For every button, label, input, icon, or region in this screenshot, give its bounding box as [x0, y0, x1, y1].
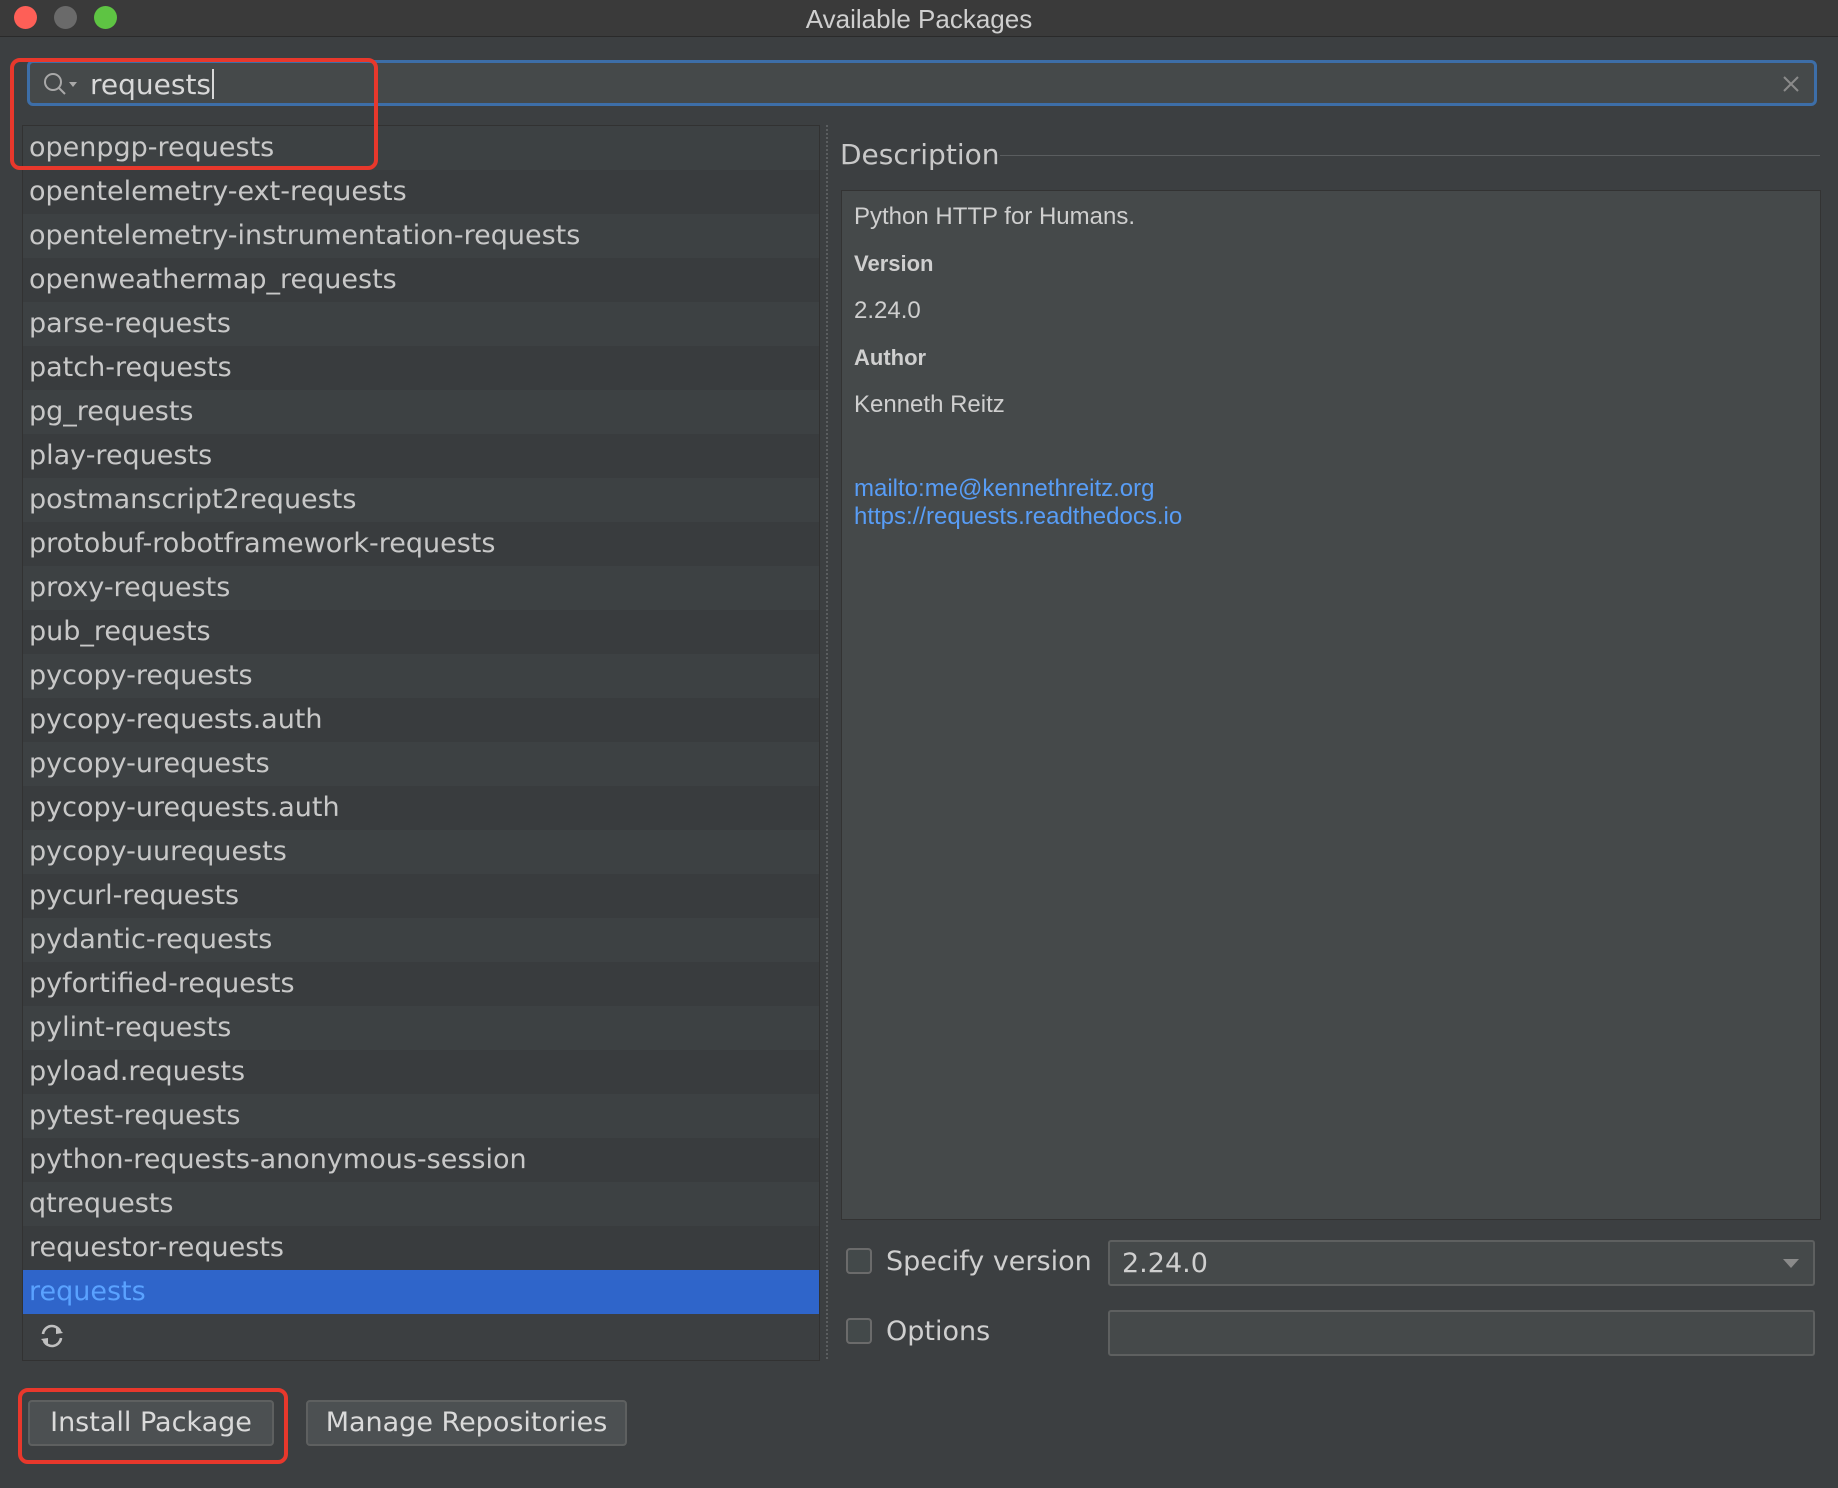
text-cursor — [212, 69, 215, 99]
package-list-item[interactable]: protobuf-robotframework-requests — [23, 522, 819, 566]
package-list-item[interactable]: pylint-requests — [23, 1006, 819, 1050]
author-email-link[interactable]: mailto:me@kennethreitz.org — [854, 475, 1155, 503]
refresh-icon[interactable] — [37, 1321, 67, 1351]
package-list-item[interactable]: requests — [23, 1270, 819, 1314]
package-list-item[interactable]: pg_requests — [23, 390, 819, 434]
specify-version-checkbox[interactable] — [846, 1248, 872, 1274]
search-input[interactable]: requests — [90, 68, 215, 101]
package-list-item[interactable]: pydantic-requests — [23, 918, 819, 962]
package-list-rows: openpgp-requests opentelemetry-ext-reques… — [23, 126, 819, 1314]
package-list-item[interactable]: openpgp-requests — [23, 126, 819, 170]
version-label: Version — [854, 251, 934, 276]
version-value: 2.24.0 — [854, 297, 921, 324]
package-list-item[interactable]: python-requests-anonymous-session — [23, 1138, 819, 1182]
package-list-item[interactable]: pyload.requests — [23, 1050, 819, 1094]
package-list-item[interactable]: pycopy-urequests.auth — [23, 786, 819, 830]
package-list-item[interactable]: pycopy-uurequests — [23, 830, 819, 874]
package-list-item[interactable]: qtrequests — [23, 1182, 819, 1226]
package-list-item[interactable]: postmanscript2requests — [23, 478, 819, 522]
pane-splitter[interactable] — [822, 125, 832, 1361]
package-list-item[interactable]: opentelemetry-instrumentation-requests — [23, 214, 819, 258]
package-list-item[interactable]: pyfortified-requests — [23, 962, 819, 1006]
search-field[interactable]: requests — [27, 60, 1817, 106]
package-list-item[interactable]: pycopy-urequests — [23, 742, 819, 786]
manage-repositories-button[interactable]: Manage Repositories — [306, 1400, 627, 1446]
package-list-item[interactable]: pycopy-requests — [23, 654, 819, 698]
package-list-item[interactable]: openweathermap_requests — [23, 258, 819, 302]
chevron-down-icon[interactable] — [1781, 1256, 1801, 1270]
package-list-item[interactable]: opentelemetry-ext-requests — [23, 170, 819, 214]
package-list-item[interactable]: play-requests — [23, 434, 819, 478]
package-summary: Python HTTP for Humans. — [854, 203, 1135, 230]
options-label: Options — [886, 1316, 991, 1347]
options-input[interactable] — [1108, 1310, 1815, 1356]
description-panel: Python HTTP for Humans. Version 2.24.0 A… — [841, 190, 1821, 1220]
package-list[interactable]: openpgp-requests opentelemetry-ext-reques… — [22, 125, 820, 1361]
package-list-item[interactable]: patch-requests — [23, 346, 819, 390]
package-list-item[interactable]: pub_requests — [23, 610, 819, 654]
package-list-item[interactable]: pycopy-requests.auth — [23, 698, 819, 742]
install-package-button[interactable]: Install Package — [28, 1400, 274, 1446]
version-select-value: 2.24.0 — [1122, 1248, 1208, 1279]
homepage-link[interactable]: https://requests.readthedocs.io — [854, 503, 1182, 531]
package-list-item[interactable]: requestor-requests — [23, 1226, 819, 1270]
description-heading: Description — [840, 138, 1000, 171]
search-icon[interactable] — [42, 71, 82, 97]
author-label: Author — [854, 345, 927, 370]
window-title: Available Packages — [805, 4, 1033, 34]
clear-icon[interactable] — [1780, 73, 1802, 95]
package-list-item[interactable]: pytest-requests — [23, 1094, 819, 1138]
title-bar: Available Packages — [0, 0, 1838, 37]
description-divider — [1000, 155, 1820, 156]
specify-version-label: Specify version — [886, 1246, 1092, 1277]
package-list-item[interactable]: pycurl-requests — [23, 874, 819, 918]
version-select[interactable]: 2.24.0 — [1108, 1240, 1815, 1286]
package-list-item[interactable]: proxy-requests — [23, 566, 819, 610]
package-list-item[interactable]: parse-requests — [23, 302, 819, 346]
options-checkbox[interactable] — [846, 1318, 872, 1344]
author-value: Kenneth Reitz — [854, 391, 1005, 418]
